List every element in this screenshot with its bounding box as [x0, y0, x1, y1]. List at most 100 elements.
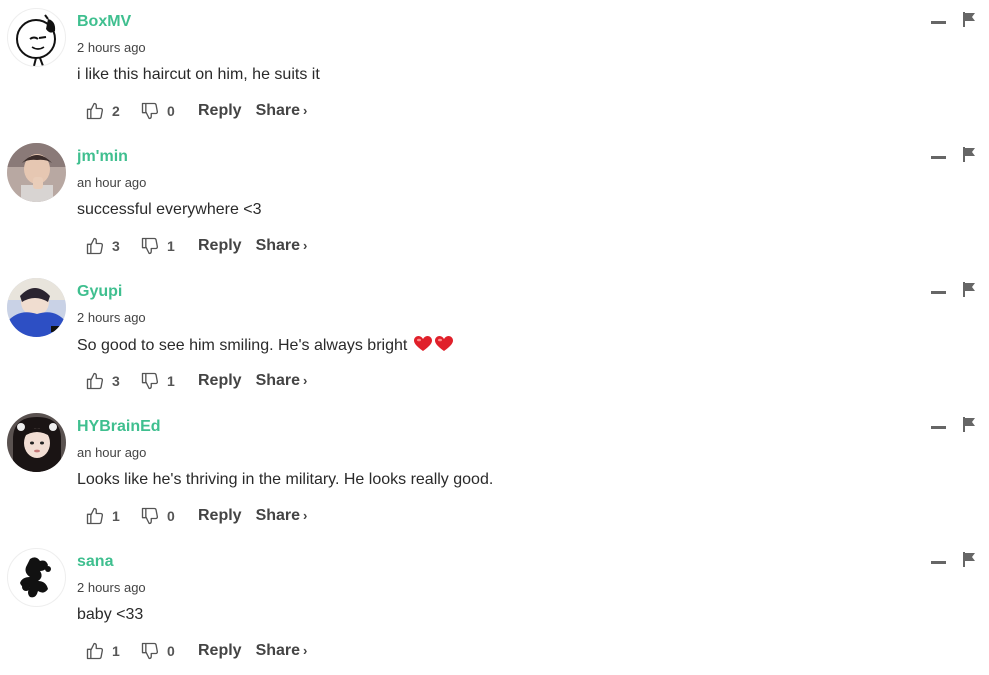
reply-button[interactable]: Reply — [198, 642, 242, 660]
share-button[interactable]: Share › — [256, 372, 308, 390]
user-avatar[interactable] — [7, 278, 66, 337]
chevron-right-icon: › — [303, 238, 308, 253]
comment-actions: 1 0 Reply Share › — [85, 505, 307, 527]
comment-timestamp: 2 hours ago — [77, 580, 146, 595]
comment-actions: 1 0 Reply Share › — [85, 640, 307, 662]
upvote-button[interactable]: 2 — [85, 101, 140, 121]
flag-icon[interactable] — [963, 12, 977, 27]
comment-timestamp: an hour ago — [77, 445, 147, 460]
user-avatar[interactable] — [7, 8, 66, 67]
comment-item: BoxMV 2 hours ago i like this haircut on… — [0, 0, 989, 135]
comment-actions: 3 1 Reply Share › — [85, 235, 307, 257]
reply-button[interactable]: Reply — [198, 507, 242, 525]
downvote-count: 0 — [167, 643, 175, 659]
downvote-count: 1 — [167, 238, 175, 254]
comment-username[interactable]: HYBrainEd — [77, 418, 161, 436]
heart-icon — [435, 336, 454, 351]
upvote-count: 1 — [112, 508, 120, 524]
collapse-icon[interactable] — [931, 156, 946, 159]
share-button[interactable]: Share › — [256, 237, 308, 255]
downvote-button[interactable]: 1 — [140, 236, 198, 256]
collapse-icon[interactable] — [931, 291, 946, 294]
upvote-button[interactable]: 1 — [85, 641, 140, 661]
share-label: Share — [255, 642, 301, 659]
upvote-button[interactable]: 3 — [85, 371, 140, 391]
comment-actions: 3 1 Reply Share › — [85, 370, 307, 392]
upvote-count: 1 — [112, 643, 120, 659]
share-label: Share — [255, 372, 301, 389]
thumbs-up-icon — [86, 372, 104, 390]
photo-avatar-icon — [7, 413, 66, 472]
reply-button[interactable]: Reply — [198, 102, 242, 120]
downvote-count: 0 — [167, 508, 175, 524]
chevron-right-icon: › — [303, 373, 308, 388]
share-button[interactable]: Share › — [256, 507, 308, 525]
comment-item: Gyupi 2 hours ago So good to see him smi… — [0, 270, 989, 405]
thumbs-down-icon — [141, 372, 159, 390]
share-label: Share — [255, 237, 301, 254]
flag-icon[interactable] — [963, 147, 977, 162]
comment-username[interactable]: BoxMV — [77, 13, 131, 31]
comment-timestamp: an hour ago — [77, 175, 147, 190]
comment-item: HYBrainEd an hour ago Looks like he's th… — [0, 405, 989, 540]
comment-text: Looks like he's thriving in the military… — [77, 471, 494, 488]
collapse-icon[interactable] — [931, 426, 946, 429]
flag-icon[interactable] — [963, 552, 977, 567]
thumbs-up-icon — [86, 237, 104, 255]
comment-username[interactable]: Gyupi — [77, 283, 122, 301]
chevron-right-icon: › — [303, 103, 308, 118]
comment-item: jm'min an hour ago successful everywhere… — [0, 135, 989, 270]
comment-text: So good to see him smiling. He's always … — [77, 336, 454, 355]
comment-timestamp: 2 hours ago — [77, 40, 146, 55]
chevron-right-icon: › — [303, 508, 308, 523]
thumbs-up-icon — [86, 102, 104, 120]
thumbs-down-icon — [141, 237, 159, 255]
thumbs-down-icon — [141, 507, 159, 525]
comment-username[interactable]: sana — [77, 553, 113, 571]
share-button[interactable]: Share › — [256, 642, 308, 660]
photo-avatar-icon — [7, 278, 66, 337]
photo-avatar-icon — [7, 143, 66, 202]
heart-icon — [414, 336, 433, 351]
chevron-right-icon: › — [303, 643, 308, 658]
share-button[interactable]: Share › — [256, 102, 308, 120]
upvote-count: 2 — [112, 103, 120, 119]
comment-username[interactable]: jm'min — [77, 148, 128, 166]
downvote-button[interactable]: 1 — [140, 371, 198, 391]
comment-list: BoxMV 2 hours ago i like this haircut on… — [0, 0, 989, 669]
thumbs-down-icon — [141, 642, 159, 660]
flag-icon[interactable] — [963, 417, 977, 432]
reply-button[interactable]: Reply — [198, 372, 242, 390]
thumbs-up-icon — [86, 507, 104, 525]
share-label: Share — [255, 507, 301, 524]
thumbs-down-icon — [141, 102, 159, 120]
comment-text: successful everywhere <3 — [77, 201, 262, 218]
thumbs-up-icon — [86, 642, 104, 660]
silhouette-avatar-icon — [20, 557, 51, 598]
comment-text: i like this haircut on him, he suits it — [77, 66, 320, 83]
reply-button[interactable]: Reply — [198, 237, 242, 255]
collapse-icon[interactable] — [931, 21, 946, 24]
downvote-count: 1 — [167, 373, 175, 389]
sketch-avatar-icon — [16, 14, 56, 66]
collapse-icon[interactable] — [931, 561, 946, 564]
share-label: Share — [255, 102, 301, 119]
downvote-button[interactable]: 0 — [140, 101, 198, 121]
comment-text: baby <33 — [77, 606, 144, 623]
comment-emoji: ❤️ ❤️ — [411, 336, 454, 354]
upvote-count: 3 — [112, 373, 120, 389]
comment-actions: 2 0 Reply Share › — [85, 100, 307, 122]
upvote-button[interactable]: 1 — [85, 506, 140, 526]
upvote-button[interactable]: 3 — [85, 236, 140, 256]
flag-icon[interactable] — [963, 282, 977, 297]
comment-timestamp: 2 hours ago — [77, 310, 146, 325]
comment-item: sana 2 hours ago baby <33 1 0 Reply Shar… — [0, 540, 989, 675]
downvote-button[interactable]: 0 — [140, 506, 198, 526]
downvote-count: 0 — [167, 103, 175, 119]
comment-text-content: So good to see him smiling. He's always … — [77, 337, 408, 354]
upvote-count: 3 — [112, 238, 120, 254]
user-avatar[interactable] — [7, 548, 66, 607]
downvote-button[interactable]: 0 — [140, 641, 198, 661]
user-avatar[interactable] — [7, 413, 66, 472]
user-avatar[interactable] — [7, 143, 66, 202]
